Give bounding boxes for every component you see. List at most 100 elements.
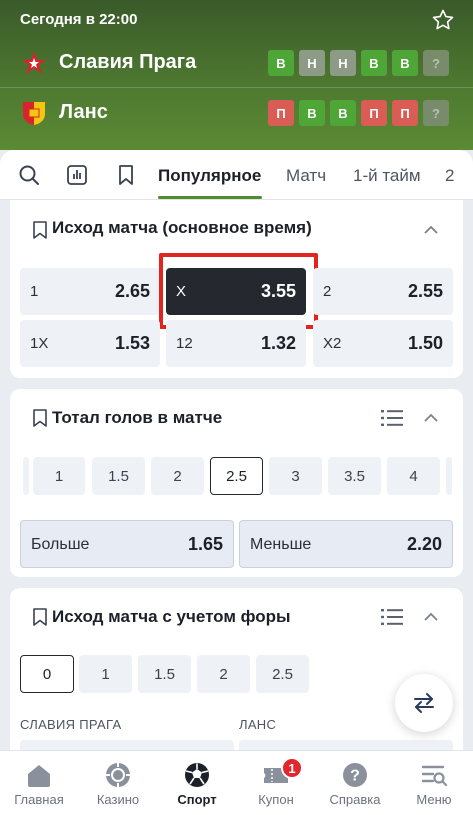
highlight-box [159,253,318,329]
bookmark-icon[interactable] [115,164,137,186]
nav-sport[interactable]: Спорт [158,751,236,815]
tab-popular[interactable]: Популярное [158,166,261,186]
coupon-badge: 1 [281,757,303,779]
swap-arrows-icon [414,693,434,713]
bookmark-icon[interactable] [32,408,48,428]
form-home: В Н Н В В ? [268,50,449,76]
under-button[interactable]: Меньше 2.20 [239,520,453,568]
form-result: В [330,100,356,126]
odd-label: X2 [323,335,342,352]
odd-button-1x[interactable]: 1X 1.53 [20,320,160,367]
soccer-ball-icon [185,763,209,787]
section-title: Исход матча (основное время) [52,218,312,237]
line-chip-selected[interactable]: 2.5 [210,457,263,495]
handicap-chip[interactable]: 2 [197,655,250,693]
total-goals-card: Тотал голов в матче 1 1.5 2 2.5 3 3.5 4 … [10,389,463,577]
over-button[interactable]: Больше 1.65 [20,520,234,568]
handicap-chip-selected[interactable]: 0 [20,655,74,693]
odd-value: 2.65 [114,281,150,301]
tab-second-half[interactable]: 2 [445,166,454,186]
list-view-icon[interactable] [381,608,403,626]
nav-casino[interactable]: Казино [79,751,157,815]
nav-label: Главная [14,792,64,807]
section-title: Тотал голов в матче [52,408,223,427]
handicap-chip[interactable]: 1.5 [138,655,191,693]
odd-button-12[interactable]: 12 1.32 [166,320,306,367]
bookmark-icon[interactable] [32,607,48,627]
line-chip-partial [23,457,29,495]
match-result-card: Исход матча (основное время) 1 2.65 X 3.… [10,200,463,378]
nav-menu[interactable]: Меню [395,751,473,815]
form-result: В [361,50,387,76]
swap-button[interactable] [395,674,453,732]
odd-label: 2 [323,283,332,300]
search-icon[interactable] [18,164,40,186]
team-name-home: Славия Прага [59,51,197,73]
chevron-up-icon[interactable] [423,225,439,235]
nav-coupon[interactable]: 1 Купон [237,751,315,815]
nav-label: Казино [96,792,140,807]
tab-first-half[interactable]: 1-й тайм [353,166,421,186]
match-datetime: Сегодня в 22:00 [20,11,138,28]
odd-value: 1.50 [407,333,443,353]
help-icon: ? [343,763,367,787]
bottom-navigation: Главная Казино Спорт 1 Купон ? Справка М… [0,750,473,815]
under-value: 2.20 [406,534,442,554]
form-result: В [392,50,418,76]
nav-label: Купон [258,792,294,807]
odd-button-home[interactable]: 1 2.65 [20,268,160,315]
odd-label: 1X [30,335,49,352]
chevron-up-icon[interactable] [423,612,439,622]
form-result: П [268,100,294,126]
nav-label: Спорт [177,792,217,807]
team-row-home: Славия Прага В Н Н В В ? [0,38,473,88]
line-chip[interactable]: 2 [151,457,204,495]
column-header-home: СЛАВИЯ ПРАГА [20,717,122,732]
odd-value: 1.53 [114,333,150,353]
column-header-away: ЛАНС [239,717,277,732]
handicap-chip[interactable]: 2.5 [256,655,309,693]
section-title: Исход матча с учетом форы [52,607,291,626]
chevron-up-icon[interactable] [423,413,439,423]
team-row-away: Ланс П В В П П ? [0,88,473,138]
nav-label: Справка [329,792,381,807]
line-chip[interactable]: 1 [33,457,85,495]
bookmark-icon[interactable] [32,220,48,240]
nav-label: Меню [416,792,452,807]
slavia-logo-icon [22,51,46,74]
line-chip[interactable]: 3 [269,457,322,495]
svg-text:?: ? [350,768,360,785]
active-tab-indicator [158,196,262,199]
market-tabs: Популярное Матч 1-й тайм 2 [0,150,473,200]
odd-value: 2.55 [407,281,443,301]
handicap-card: Исход матча с учетом форы 0 1 1.5 2 2.5 … [10,588,463,760]
odd-value: 1.32 [260,333,296,353]
form-result: В [268,50,294,76]
list-view-icon[interactable] [381,409,403,427]
tab-match[interactable]: Матч [286,166,326,186]
casino-icon [106,763,130,787]
odd-label: 12 [176,335,193,352]
odd-label: 1 [30,283,39,300]
over-label: Больше [31,536,90,553]
odd-button-x2[interactable]: X2 1.50 [313,320,453,367]
form-result: Н [299,50,325,76]
handicap-chip[interactable]: 1 [79,655,132,693]
statistics-icon[interactable] [66,164,88,186]
nav-help[interactable]: ? Справка [316,751,394,815]
line-chip[interactable]: 4 [387,457,440,495]
nav-home[interactable]: Главная [0,751,78,815]
home-icon [28,765,50,787]
line-chip[interactable]: 3.5 [328,457,381,495]
over-value: 1.65 [187,534,223,554]
form-result: ? [423,50,449,76]
line-chip[interactable]: 1.5 [92,457,145,495]
form-result: Н [330,50,356,76]
odd-button-away[interactable]: 2 2.55 [313,268,453,315]
team-name-away: Ланс [59,101,108,123]
favorite-star-icon[interactable] [431,8,455,32]
form-result: ? [423,100,449,126]
form-away: П В В П П ? [268,100,449,126]
under-label: Меньше [250,536,312,553]
form-result: П [361,100,387,126]
